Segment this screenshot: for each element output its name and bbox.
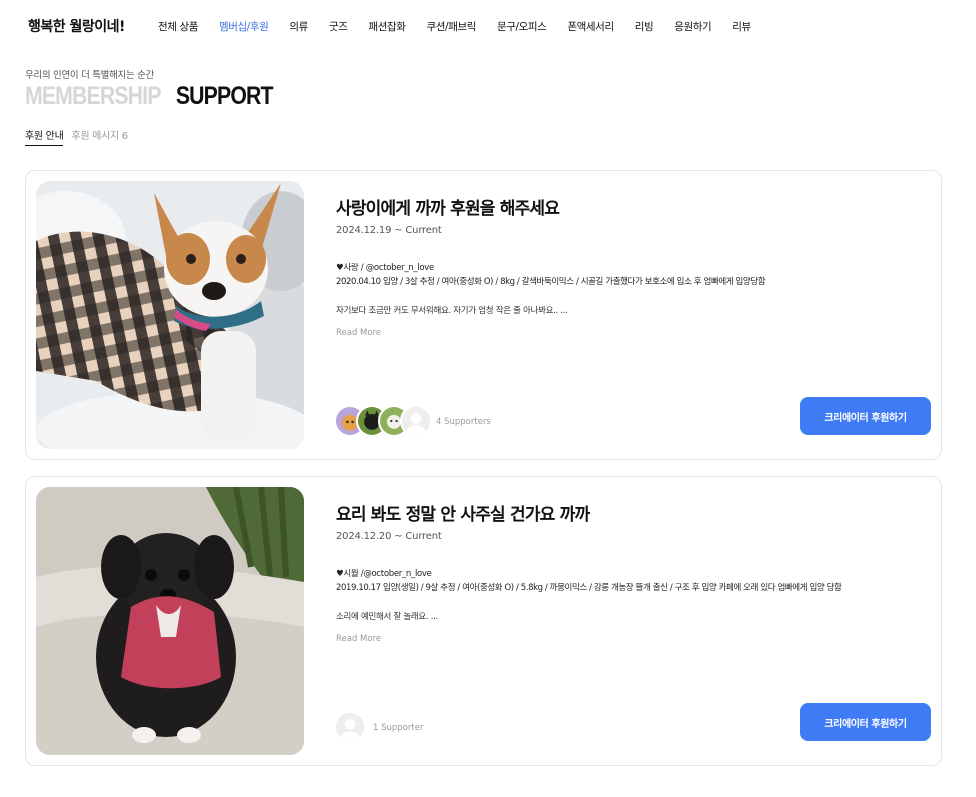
read-more-link[interactable]: Read More [336,328,381,338]
card-date: 2024.12.19 ~ Current [336,225,442,236]
card-title: 요리 봐도 정말 안 사주실 건가요 까까 [336,505,590,525]
nav-item-living[interactable]: 리빙 [635,19,654,34]
nav-item-cushion[interactable]: 쿠션/패브릭 [427,19,477,34]
nav-item-all-products[interactable]: 전체 상품 [158,19,198,34]
page-title: MEMBERSHIP SUPPORT [25,82,273,111]
default-user-icon [336,713,364,741]
tab-support-info[interactable]: 후원 안내 [25,127,64,146]
sub-tabs: 후원 안내 후원 메시지 6 [25,127,136,146]
title-membership: MEMBERSHIP [25,82,161,110]
card-description: 소리에 예민해서 잘 놀래요. ... [336,612,438,622]
card-info: 2019.10.17 입양(생일) / 9살 추정 / 여아(중성화 O) / … [336,583,842,593]
dog-photo[interactable] [36,181,304,449]
nav-item-clothing[interactable]: 의류 [289,19,308,34]
nav-item-phone-acc[interactable]: 폰액세서리 [567,19,614,34]
supporter-avatars [334,405,432,437]
card-info: 2020.04.10 입양 / 3살 추정 / 여아(중성화 O) / 8kg … [336,277,766,287]
default-user-icon [402,407,430,435]
card-handle: ♥시월 /@october_n_love [336,569,432,579]
dog-photo[interactable] [36,487,304,755]
nav-item-fashion[interactable]: 패션잡화 [368,19,405,34]
support-creator-button[interactable]: 크리에이터 후원하기 [800,703,931,741]
card-date: 2024.12.20 ~ Current [336,531,442,542]
nav-item-goods[interactable]: 굿즈 [329,19,348,34]
nav-item-cheer[interactable]: 응원하기 [674,19,711,34]
nav-item-membership[interactable]: 멤버십/후원 [219,19,269,34]
supporter-count: 4 Supporters [436,417,491,427]
card-description: 자기보다 조금만 커도 무서워해요. 자기가 엄청 작은 줄 아나봐요.. ..… [336,306,568,316]
support-creator-button[interactable]: 크리에이터 후원하기 [800,397,931,435]
top-header: 행복한 월랑이네! 전체 상품 멤버십/후원 의류 굿즈 패션잡화 쿠션/패브릭… [0,0,976,54]
tab-support-messages[interactable]: 후원 메시지 6 [71,127,128,146]
nav-item-stationery[interactable]: 문구/오피스 [497,19,547,34]
store-logo[interactable]: 행복한 월랑이네! [28,16,125,36]
support-card: 사랑이에게 까까 후원을 해주세요 2024.12.19 ~ Current ♥… [25,170,942,460]
avatar[interactable] [400,405,432,437]
title-support: SUPPORT [175,82,274,110]
card-title: 사랑이에게 까까 후원을 해주세요 [336,199,560,219]
dog-in-plaid-coat-photo [36,181,304,449]
card-handle: ♥사랑 / @october_n_love [336,263,434,273]
hero-eyebrow: 우리의 인연이 더 특별해지는 순간 [25,70,155,81]
support-card: 요리 봐도 정말 안 사주실 건가요 까까 2024.12.20 ~ Curre… [25,476,942,766]
avatar[interactable] [334,711,366,743]
nav-item-review[interactable]: 리뷰 [732,19,751,34]
black-dog-in-red-vest-photo [36,487,304,755]
supporter-count: 1 Supporter [373,723,424,733]
supporter-avatars [334,711,366,743]
read-more-link[interactable]: Read More [336,634,381,644]
main-nav: 전체 상품 멤버십/후원 의류 굿즈 패션잡화 쿠션/패브릭 문구/오피스 폰액… [158,19,772,34]
